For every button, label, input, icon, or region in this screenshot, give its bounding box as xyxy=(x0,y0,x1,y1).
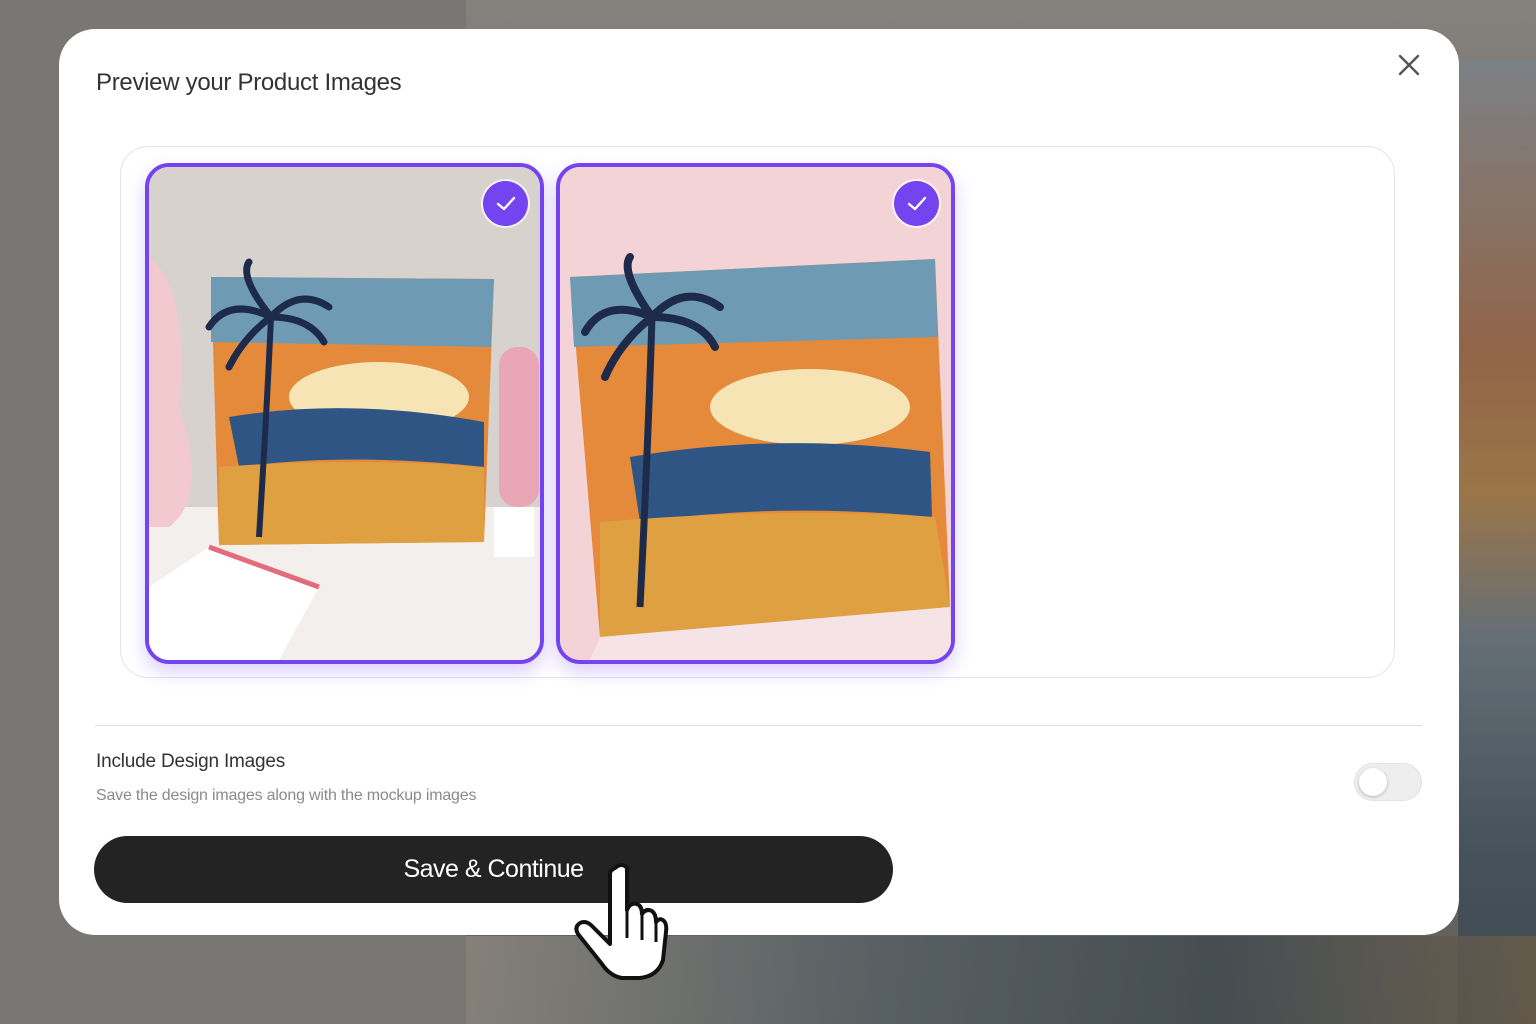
toggle-knob xyxy=(1359,768,1387,796)
include-design-images-toggle[interactable] xyxy=(1354,763,1422,801)
close-icon xyxy=(1398,54,1420,76)
product-image-card-1[interactable] xyxy=(145,163,544,664)
selected-check-badge[interactable] xyxy=(894,181,939,226)
pillow-mockup-image xyxy=(149,167,540,660)
product-image-gallery xyxy=(120,146,1395,678)
save-continue-button[interactable]: Save & Continue xyxy=(94,836,893,903)
product-image-card-2[interactable] xyxy=(556,163,955,664)
check-icon xyxy=(496,196,515,210)
pillow-mockup-image xyxy=(560,167,951,660)
selected-check-badge[interactable] xyxy=(483,181,528,226)
include-design-images-description: Save the design images along with the mo… xyxy=(96,787,477,804)
section-divider xyxy=(95,725,1422,726)
close-button[interactable] xyxy=(1389,45,1429,85)
preview-modal: Preview your Product Images Include Desi… xyxy=(59,29,1459,935)
check-icon xyxy=(907,196,926,210)
modal-title: Preview your Product Images xyxy=(96,69,402,96)
include-design-images-label: Include Design Images xyxy=(96,751,286,772)
